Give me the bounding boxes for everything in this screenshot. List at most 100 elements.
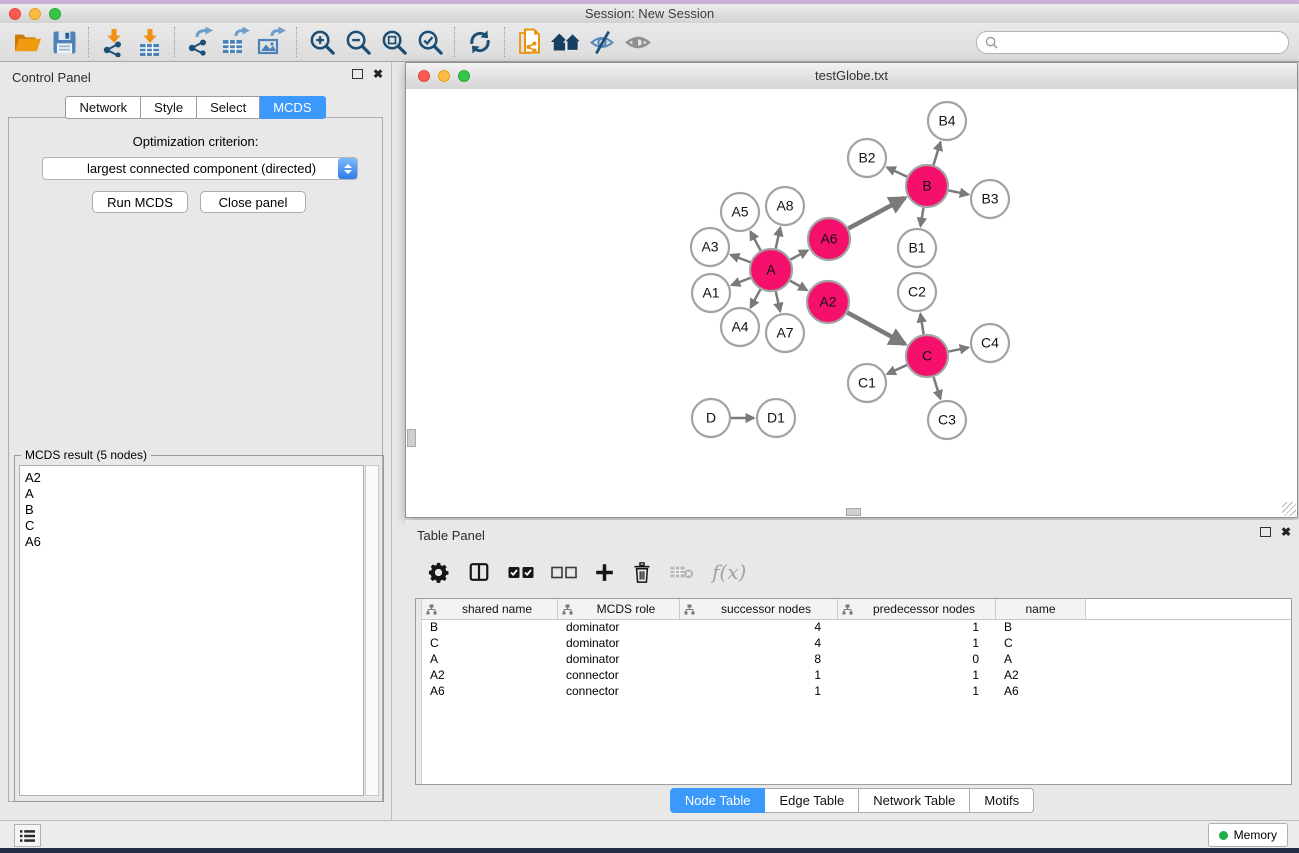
open-session-button[interactable]: [10, 26, 46, 58]
zoom-in-button[interactable]: [304, 26, 340, 58]
cell[interactable]: 8: [680, 651, 838, 667]
close-panel-icon[interactable]: ✖: [373, 69, 383, 79]
close-network-button[interactable]: [418, 70, 430, 82]
node-A8[interactable]: A8: [766, 187, 804, 225]
node-C3[interactable]: C3: [928, 401, 966, 439]
edge-A6-B[interactable]: [848, 198, 905, 229]
column-header-successor-nodes[interactable]: successor nodes: [680, 599, 838, 619]
edge-A-A1[interactable]: [732, 278, 751, 285]
result-item[interactable]: C: [25, 518, 363, 534]
minimize-network-button[interactable]: [438, 70, 450, 82]
cell[interactable]: 0: [838, 651, 996, 667]
edge-A-A8[interactable]: [776, 227, 781, 248]
node-B[interactable]: B: [906, 165, 948, 207]
cell[interactable]: dominator: [558, 651, 680, 667]
node-A5[interactable]: A5: [721, 193, 759, 231]
cell[interactable]: connector: [558, 683, 680, 699]
float-panel-icon[interactable]: [352, 69, 363, 79]
cell[interactable]: 4: [680, 619, 838, 635]
table-row[interactable]: Adominator80A: [422, 651, 1291, 667]
node-A[interactable]: A: [750, 249, 792, 291]
cell[interactable]: 1: [838, 683, 996, 699]
network-graph[interactable]: AA1A2A3A4A5A6A7A8BB1B2B3B4CC1C2C3C4DD1: [406, 89, 1297, 517]
zoom-selected-button[interactable]: [412, 26, 448, 58]
edge-A-A2[interactable]: [790, 281, 807, 290]
cell[interactable]: B: [996, 619, 1086, 635]
memory-button[interactable]: Memory: [1208, 823, 1288, 847]
result-item[interactable]: B: [25, 502, 363, 518]
cell[interactable]: dominator: [558, 635, 680, 651]
cell[interactable]: A: [422, 651, 558, 667]
edge-C-C3[interactable]: [934, 377, 941, 399]
cell[interactable]: C: [422, 635, 558, 651]
tab-style[interactable]: Style: [141, 96, 197, 119]
hide-graphics-details-icon[interactable]: [584, 26, 620, 58]
select-all-icon[interactable]: [508, 566, 534, 579]
cell[interactable]: 1: [838, 619, 996, 635]
edge-C-C1[interactable]: [887, 365, 907, 374]
search-box[interactable]: [976, 31, 1289, 54]
node-B4[interactable]: B4: [928, 102, 966, 140]
tab-mcds[interactable]: MCDS: [260, 96, 325, 119]
network-snapshot-button[interactable]: [512, 26, 548, 58]
add-column-icon[interactable]: [594, 562, 615, 583]
tab-motifs[interactable]: Motifs: [970, 788, 1034, 813]
save-session-button[interactable]: [46, 26, 82, 58]
cell[interactable]: A2: [422, 667, 558, 683]
column-header-predecessor-nodes[interactable]: predecessor nodes: [838, 599, 996, 619]
deselect-all-icon[interactable]: [551, 566, 577, 579]
node-A6[interactable]: A6: [808, 218, 850, 260]
cell[interactable]: B: [422, 619, 558, 635]
cell[interactable]: dominator: [558, 619, 680, 635]
export-table-button[interactable]: [218, 26, 254, 58]
node-A4[interactable]: A4: [721, 308, 759, 346]
cell[interactable]: 1: [838, 667, 996, 683]
table-row[interactable]: A6connector11A6: [422, 683, 1291, 699]
edge-B-B3[interactable]: [949, 190, 969, 194]
tab-network-table[interactable]: Network Table: [859, 788, 970, 813]
import-table-button[interactable]: [132, 26, 168, 58]
task-history-button[interactable]: [14, 824, 41, 847]
node-A3[interactable]: A3: [691, 228, 729, 266]
network-canvas[interactable]: AA1A2A3A4A5A6A7A8BB1B2B3B4CC1C2C3C4DD1: [406, 89, 1297, 517]
tab-node-table[interactable]: Node Table: [670, 788, 766, 813]
zoom-fit-button[interactable]: [376, 26, 412, 58]
close-table-panel-icon[interactable]: ✖: [1281, 527, 1291, 537]
export-image-button[interactable]: [254, 26, 290, 58]
node-A2[interactable]: A2: [807, 281, 849, 323]
edge-A-A6[interactable]: [790, 250, 807, 259]
run-mcds-button[interactable]: Run MCDS: [92, 191, 188, 213]
cell[interactable]: A2: [996, 667, 1086, 683]
cell[interactable]: 1: [680, 683, 838, 699]
result-item[interactable]: A2: [25, 470, 363, 486]
apply-layout-button[interactable]: [462, 26, 498, 58]
zoom-network-button[interactable]: [458, 70, 470, 82]
zoom-window-button[interactable]: [49, 8, 61, 20]
cell[interactable]: 4: [680, 635, 838, 651]
cell[interactable]: C: [996, 635, 1086, 651]
close-panel-button[interactable]: Close panel: [200, 191, 306, 213]
edge-B-B4[interactable]: [933, 142, 940, 165]
delete-column-icon[interactable]: [632, 561, 652, 584]
edge-B-B1[interactable]: [921, 208, 924, 227]
node-C2[interactable]: C2: [898, 273, 936, 311]
show-columns-icon[interactable]: [467, 561, 491, 583]
network-window-titlebar[interactable]: testGlobe.txt: [406, 63, 1297, 90]
column-header-name[interactable]: name: [996, 599, 1086, 619]
optimization-criterion-select[interactable]: largest connected component (directed): [42, 157, 358, 180]
cell[interactable]: A6: [422, 683, 558, 699]
vertical-scrollbar-thumb[interactable]: [407, 429, 416, 447]
cell[interactable]: A: [996, 651, 1086, 667]
cell[interactable]: 1: [838, 635, 996, 651]
close-window-button[interactable]: [9, 8, 21, 20]
edge-B-B2[interactable]: [887, 167, 907, 176]
search-input[interactable]: [1003, 34, 1280, 50]
edge-A-A3[interactable]: [731, 255, 751, 262]
edge-A-A5[interactable]: [750, 231, 760, 250]
horizontal-scrollbar-thumb[interactable]: [846, 508, 861, 516]
table-settings-gear-icon[interactable]: [427, 561, 450, 584]
mcds-result-list[interactable]: A2ABCA6: [19, 465, 364, 796]
node-C1[interactable]: C1: [848, 364, 886, 402]
tab-select[interactable]: Select: [197, 96, 260, 119]
node-A7[interactable]: A7: [766, 314, 804, 352]
